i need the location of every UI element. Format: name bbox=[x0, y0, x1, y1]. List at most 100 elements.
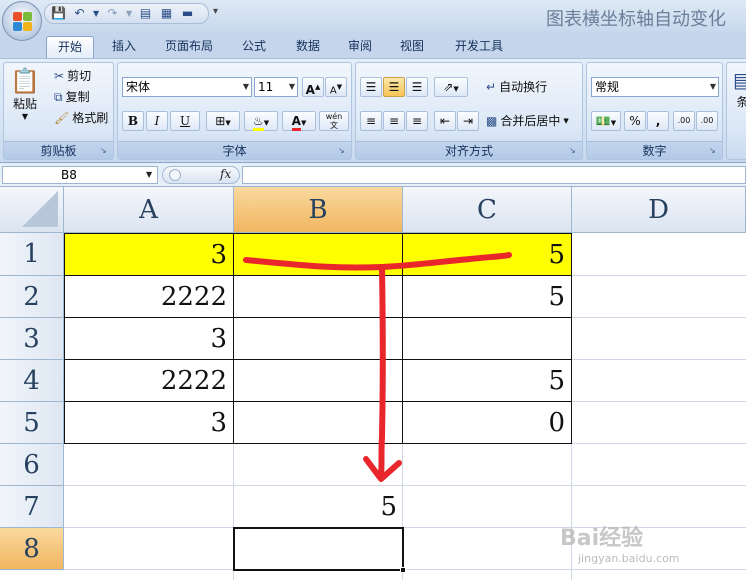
paste-button[interactable]: 📋 粘贴 ▼ bbox=[10, 67, 40, 121]
decrease-indent-button[interactable]: ⇤ bbox=[434, 111, 456, 131]
align-middle-icon: ☰ bbox=[388, 80, 400, 94]
merge-center-button[interactable]: ▩ 合并后居中 ▼ bbox=[486, 112, 569, 130]
conditional-format-label: 条 bbox=[736, 95, 746, 109]
redo-dropdown-icon[interactable]: ▼ bbox=[126, 6, 132, 21]
format-painter-label: 格式刷 bbox=[72, 111, 109, 125]
tab-developer[interactable]: 开发工具 bbox=[446, 36, 512, 58]
border-grid-icon: ⊞ bbox=[215, 114, 226, 128]
tab-page-layout[interactable]: 页面布局 bbox=[156, 36, 222, 58]
font-group: 宋体 ▼ 11 ▼ A▲ A▼ B I U ⊞▼ ♨▼ A▼ wén 文 字体 ↘ bbox=[117, 62, 352, 160]
align-center-button[interactable]: ≡ bbox=[383, 111, 405, 131]
align-top-icon: ☰ bbox=[365, 80, 377, 94]
brush-icon: 🖌 bbox=[54, 111, 70, 125]
number-group: 常规 ▼ 💵▼ % , .00 .00 数字 ↘ bbox=[586, 62, 723, 160]
chevron-down-icon: ▼ bbox=[242, 82, 249, 91]
copy-button[interactable]: ⧉ 复制 bbox=[54, 88, 90, 106]
customize-qat-icon[interactable]: ▾ bbox=[213, 6, 218, 17]
undo-dropdown-icon[interactable]: ▼ bbox=[93, 6, 99, 21]
underline-button[interactable]: U bbox=[170, 111, 200, 131]
fill-color-button[interactable]: ♨▼ bbox=[244, 111, 278, 131]
font-color-button[interactable]: A▼ bbox=[282, 111, 316, 131]
increase-indent-icon: ⇥ bbox=[462, 114, 474, 128]
button-icon[interactable]: ▬ bbox=[180, 6, 195, 21]
save-icon[interactable]: 💾 bbox=[51, 6, 66, 21]
font-name-value: 宋体 bbox=[126, 80, 151, 94]
decrease-decimal-button[interactable]: .00 bbox=[696, 111, 718, 131]
paste-dropdown-icon: ▼ bbox=[21, 112, 29, 121]
title-bar: 💾 ↶ ▼ ↷ ▼ ▤ ▦ ▬ ▾ 图表横坐标轴自动变化 bbox=[0, 0, 746, 32]
increase-indent-button[interactable]: ⇥ bbox=[457, 111, 479, 131]
clipboard-launcher-icon[interactable]: ↘ bbox=[100, 146, 110, 156]
clipboard-group-label: 剪贴板 bbox=[4, 141, 113, 159]
number-format-combo[interactable]: 常规 ▼ bbox=[591, 77, 719, 97]
tab-formulas[interactable]: 公式 bbox=[232, 36, 276, 58]
number-group-label: 数字 bbox=[587, 141, 722, 159]
phonetic-button[interactable]: wén 文 bbox=[319, 111, 349, 131]
increase-decimal-button[interactable]: .00 bbox=[673, 111, 695, 131]
font-color-icon: A bbox=[291, 114, 301, 131]
alignment-launcher-icon[interactable]: ↘ bbox=[569, 146, 579, 156]
align-top-button[interactable]: ☰ bbox=[360, 77, 382, 97]
orientation-icon: ⇗ bbox=[443, 80, 454, 94]
currency-icon: 💵 bbox=[595, 114, 611, 128]
wrap-text-label: 自动换行 bbox=[499, 80, 548, 94]
font-name-combo[interactable]: 宋体 ▼ bbox=[122, 77, 252, 97]
alignment-group: ☰ ☰ ☰ ⇗▼ ↵ 自动换行 ≡ ≡ ≡ ⇤ ⇥ ▩ 合并后居中 ▼ 对齐方式… bbox=[355, 62, 583, 160]
conditional-format-button[interactable]: ▤ 条 bbox=[733, 67, 746, 111]
styles-group: ▤ 条 bbox=[726, 62, 746, 160]
align-right-icon: ≡ bbox=[411, 114, 423, 128]
shrink-font-button[interactable]: A▼ bbox=[325, 77, 347, 97]
insert-function-icon[interactable]: fx bbox=[220, 167, 231, 181]
chevron-down-icon: ▼ bbox=[709, 82, 716, 91]
wrap-text-button[interactable]: ↵ 自动换行 bbox=[486, 78, 547, 96]
circle-icon[interactable] bbox=[169, 169, 181, 181]
align-middle-button[interactable]: ☰ bbox=[383, 77, 405, 97]
tab-data[interactable]: 数据 bbox=[286, 36, 330, 58]
name-box[interactable]: B8 bbox=[2, 166, 158, 184]
align-left-icon: ≡ bbox=[365, 114, 377, 128]
alignment-group-label: 对齐方式 bbox=[356, 141, 582, 159]
tab-view[interactable]: 视图 bbox=[390, 36, 434, 58]
number-format-value: 常规 bbox=[595, 80, 620, 94]
tab-insert[interactable]: 插入 bbox=[100, 36, 148, 58]
redo-icon[interactable]: ↷ bbox=[105, 6, 120, 21]
form-icon[interactable]: ▤ bbox=[138, 6, 153, 21]
currency-button[interactable]: 💵▼ bbox=[591, 111, 621, 131]
align-right-button[interactable]: ≡ bbox=[406, 111, 428, 131]
window-title: 图表横坐标轴自动变化 bbox=[546, 9, 726, 30]
format-painter-button[interactable]: 🖌 格式刷 bbox=[54, 109, 108, 127]
paint-bucket-icon: ♨ bbox=[252, 114, 264, 131]
shrink-font-label: A bbox=[329, 85, 337, 97]
number-launcher-icon[interactable]: ↘ bbox=[709, 146, 719, 156]
grow-font-label: A bbox=[305, 83, 315, 97]
font-launcher-icon[interactable]: ↘ bbox=[338, 146, 348, 156]
scissors-icon: ✂ bbox=[54, 69, 65, 83]
copy-icon: ⧉ bbox=[54, 90, 63, 104]
font-size-combo[interactable]: 11 ▼ bbox=[254, 77, 298, 97]
align-left-button[interactable]: ≡ bbox=[360, 111, 382, 131]
font-size-value: 11 bbox=[258, 80, 274, 94]
office-logo-icon bbox=[13, 12, 33, 32]
align-bottom-icon: ☰ bbox=[411, 80, 423, 94]
office-button[interactable] bbox=[2, 1, 42, 41]
cut-button[interactable]: ✂ 剪切 bbox=[54, 67, 91, 85]
table-icon[interactable]: ▦ bbox=[159, 6, 174, 21]
grow-font-button[interactable]: A▲ bbox=[302, 77, 324, 97]
align-bottom-button[interactable]: ☰ bbox=[406, 77, 428, 97]
comma-button[interactable]: , bbox=[647, 111, 669, 131]
undo-icon[interactable]: ↶ bbox=[72, 6, 87, 21]
watermark-url: jingyan.baidu.com bbox=[578, 552, 680, 565]
orientation-button[interactable]: ⇗▼ bbox=[434, 77, 468, 97]
borders-button[interactable]: ⊞▼ bbox=[206, 111, 240, 131]
chevron-down-icon: ▼ bbox=[563, 117, 569, 125]
tab-review[interactable]: 审阅 bbox=[338, 36, 382, 58]
tab-home[interactable]: 开始 bbox=[46, 36, 94, 58]
chevron-down-icon[interactable]: ▼ bbox=[146, 170, 152, 179]
percent-button[interactable]: % bbox=[624, 111, 646, 131]
align-center-icon: ≡ bbox=[388, 114, 400, 128]
formula-input[interactable] bbox=[242, 166, 746, 184]
italic-button[interactable]: I bbox=[146, 111, 168, 131]
wrap-text-icon: ↵ bbox=[486, 80, 497, 94]
cut-label: 剪切 bbox=[67, 69, 92, 83]
bold-button[interactable]: B bbox=[122, 111, 144, 131]
